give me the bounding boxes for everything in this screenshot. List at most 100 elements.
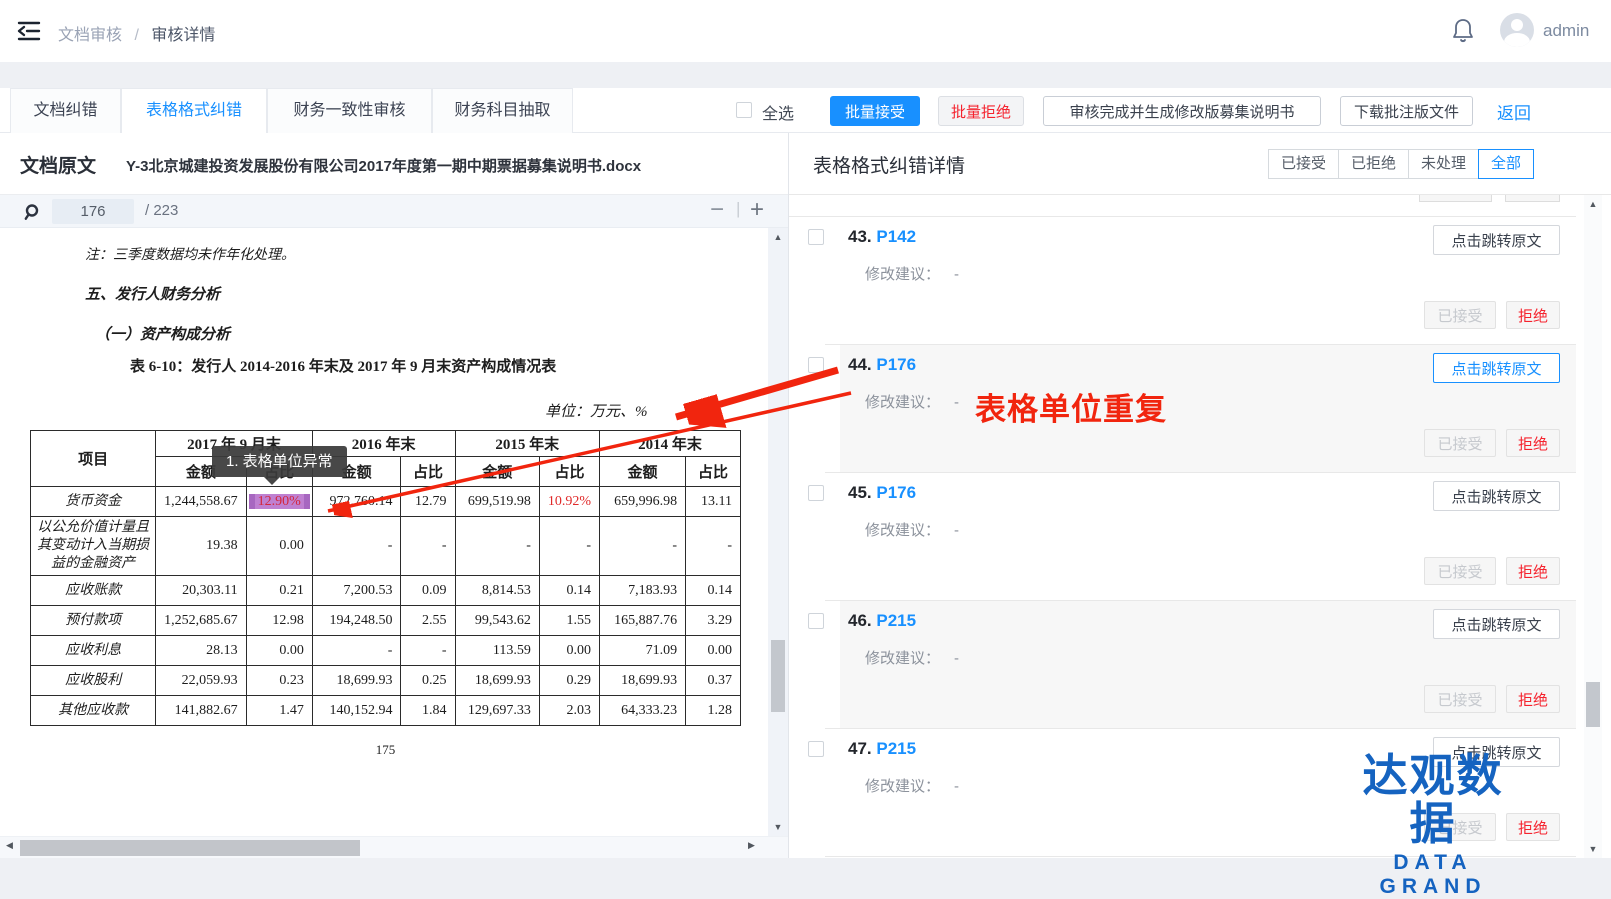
jump-to-source-button[interactable]: 点击跳转原文 [1433,353,1560,383]
breadcrumb-current: 审核详情 [151,27,215,44]
reject-button[interactable]: 拒绝 [1506,557,1560,585]
table-cell: 0.09 [401,576,455,606]
finish-generate-button[interactable]: 审核完成并生成修改版募集说明书 [1043,96,1321,126]
document-panel-header: 文档原文 Y-3北京城建投资发展股份有限公司2017年度第一期中期票据募集说明书… [0,133,788,195]
jump-to-source-button[interactable]: 点击跳转原文 [1433,609,1560,639]
notification-bell-icon[interactable] [1450,17,1476,45]
table-cell: 18,699.93 [455,666,539,696]
menu-fold-icon[interactable] [16,19,42,43]
item-checkbox[interactable] [808,357,824,373]
error-list-item: 45. P176 修改建议：- 点击跳转原文 已接受 拒绝 [789,473,1584,601]
batch-reject-button[interactable]: 批量拒绝 [938,96,1024,126]
scroll-right-icon[interactable]: ▶ [748,840,755,851]
breadcrumb-section[interactable]: 文档审核 [58,27,122,44]
table-cell: 99,543.62 [455,606,539,636]
table-cell: 18,699.93 [600,666,686,696]
scroll-down-icon[interactable]: ▼ [1584,844,1602,854]
reject-button[interactable]: 拒绝 [1506,301,1560,329]
breadcrumb-separator: / [134,27,138,44]
error-list-item: 43. P142 修改建议：- 点击跳转原文 已接受 拒绝 [789,217,1584,345]
table-cell: 1.28 [686,696,741,726]
col-group-header: 2014 年末 [600,431,741,457]
zoom-out-button[interactable]: − [710,196,724,224]
accepted-button[interactable]: 已接受 [1424,301,1496,329]
filter-rejected[interactable]: 已拒绝 [1338,149,1409,179]
table-cell: 0.14 [686,576,741,606]
sub-header-amount: 金额 [600,457,686,487]
batch-accept-button[interactable]: 批量接受 [830,96,920,126]
page-number-input[interactable] [52,199,134,224]
doc-heading-1: 五、发行人财务分析 [85,283,220,304]
sub-header-amount: 金额 [455,457,539,487]
document-vertical-scrollbar[interactable]: ▲ ▼ [768,228,788,836]
item-page-link[interactable]: P176 [876,355,916,374]
accepted-button[interactable]: 已接受 [1424,685,1496,713]
table-cell: 129,697.33 [455,696,539,726]
scroll-up-icon[interactable]: ▲ [768,232,788,242]
item-number: 46. [848,611,872,630]
scroll-up-icon[interactable]: ▲ [1584,199,1602,209]
reject-button[interactable]: 拒绝 [1506,429,1560,457]
accepted-button[interactable]: 已接受 [1424,557,1496,585]
user-avatar[interactable] [1500,13,1534,47]
suggestion-label: 修改建议： [865,778,940,795]
scrollbar-thumb[interactable] [1586,682,1600,727]
table-cell: 140,152.94 [312,696,401,726]
table-cell: 1,252,685.67 [156,606,247,636]
item-page-link[interactable]: P176 [876,483,916,502]
error-item-card: 43. P142 修改建议：- 点击跳转原文 已接受 拒绝 [840,217,1576,345]
table-cell: - [686,517,741,576]
suggestion-label: 修改建议： [865,522,940,539]
table-cell: 22,059.93 [156,666,247,696]
zoom-in-button[interactable]: + [750,196,764,224]
item-checkbox[interactable] [808,741,824,757]
reject-button[interactable]: 拒绝 [1506,685,1560,713]
table-cell: 0.37 [686,666,741,696]
item-page-link[interactable]: P215 [876,739,916,758]
row-item-name: 应收利息 [31,636,156,666]
tab-doc-correction[interactable]: 文档纠错 [10,88,121,133]
download-annotated-button[interactable]: 下载批注版文件 [1340,96,1473,126]
jump-to-source-button[interactable]: 点击跳转原文 [1433,225,1560,255]
select-all-checkbox[interactable] [736,102,752,118]
doc-heading-2: （一）资产构成分析 [95,323,230,344]
search-icon[interactable] [24,203,42,221]
back-link[interactable]: 返回 [1497,99,1531,124]
clipped-accepted-button[interactable] [1419,195,1492,202]
table-cell: - [312,636,401,666]
suggestion-value: - [954,266,959,283]
accepted-button[interactable]: 已接受 [1424,429,1496,457]
item-page-link[interactable]: P215 [876,611,916,630]
suggestion-value: - [954,650,959,667]
filter-all[interactable]: 全部 [1478,149,1534,179]
table-cell: - [600,517,686,576]
tab-table-format-correction[interactable]: 表格格式纠错 [121,88,267,133]
scroll-down-icon[interactable]: ▼ [768,822,788,832]
clipped-reject-button[interactable] [1505,195,1560,202]
document-panel: 文档原文 Y-3北京城建投资发展股份有限公司2017年度第一期中期票据募集说明书… [0,133,789,858]
filter-unprocessed[interactable]: 未处理 [1408,149,1479,179]
row-item-name: 应收账款 [31,576,156,606]
filter-accepted[interactable]: 已接受 [1268,149,1339,179]
scroll-left-icon[interactable]: ◀ [6,840,13,851]
tab-financial-consistency[interactable]: 财务一致性审核 [267,88,432,133]
table-cell: 0.29 [539,666,599,696]
error-panel-title: 表格格式纠错详情 [813,151,965,178]
error-list-scrollbar[interactable]: ▲ ▼ [1584,195,1602,858]
table-cell: - [539,517,599,576]
scrollbar-thumb[interactable] [20,840,360,856]
item-page-link[interactable]: P142 [876,227,916,246]
tab-financial-subject-extraction[interactable]: 财务科目抽取 [432,88,573,133]
document-horizontal-scrollbar[interactable]: ◀ ▶ [0,836,788,858]
zoom-separator: | [736,199,740,219]
col-group-header: 2015 年末 [455,431,599,457]
error-item-card: 44. P176 修改建议：- 点击跳转原文 已接受 拒绝 [840,345,1576,473]
table-cell: 64,333.23 [600,696,686,726]
scrollbar-thumb[interactable] [771,640,785,712]
suggestion-label: 修改建议： [865,266,940,283]
item-checkbox[interactable] [808,229,824,245]
item-checkbox[interactable] [808,485,824,501]
jump-to-source-button[interactable]: 点击跳转原文 [1433,481,1560,511]
doc-table-caption: 表 6-10：发行人 2014-2016 年末及 2017 年 9 月末资产构成… [130,355,556,376]
item-checkbox[interactable] [808,613,824,629]
